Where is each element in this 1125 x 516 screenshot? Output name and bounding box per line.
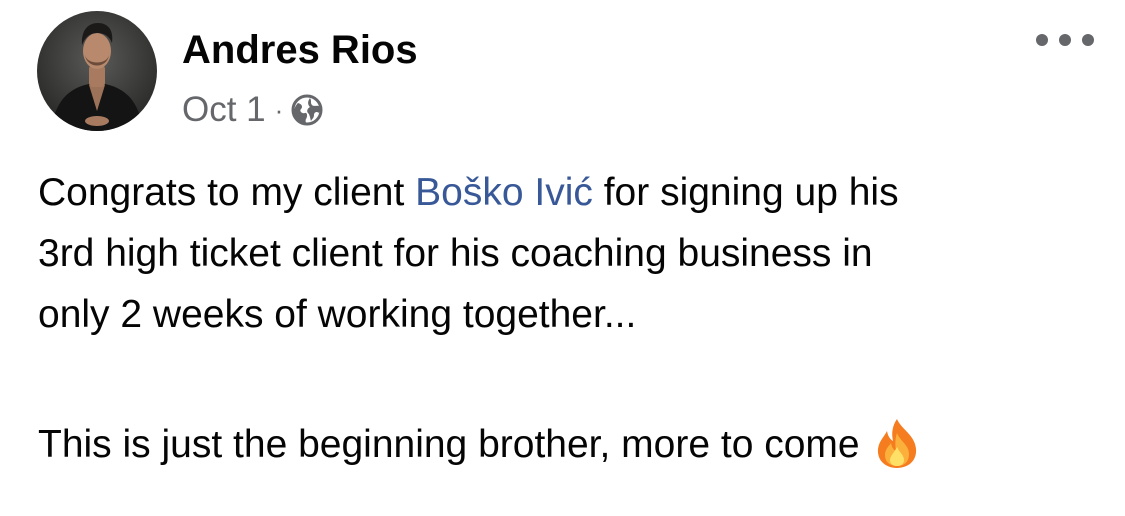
mention-link[interactable]: Boško Ivić: [415, 171, 593, 214]
post-meta: Oct 1 ·: [182, 88, 323, 132]
more-horizontal-icon: [1036, 34, 1048, 46]
post-line-3: only 2 weeks of working together...: [38, 293, 637, 336]
fire-emoji-icon: [874, 417, 920, 469]
post-line-2: 3rd high ticket client for his coaching …: [38, 232, 873, 275]
post-line-4: This is just the beginning brother, more…: [38, 414, 1098, 475]
globe-icon[interactable]: [291, 94, 323, 126]
author-name[interactable]: Andres Rios: [182, 26, 418, 74]
facebook-post: Andres Rios Oct 1 · Congrats to my clien…: [0, 0, 1125, 516]
avatar[interactable]: [37, 11, 157, 131]
post-text: Congrats to my client Boško Ivić for sig…: [38, 162, 1098, 475]
post-line-1: Congrats to my client Boško Ivić for sig…: [38, 171, 899, 214]
meta-separator: ·: [274, 95, 284, 125]
more-options-button[interactable]: [1036, 22, 1094, 58]
post-date[interactable]: Oct 1: [182, 90, 266, 130]
